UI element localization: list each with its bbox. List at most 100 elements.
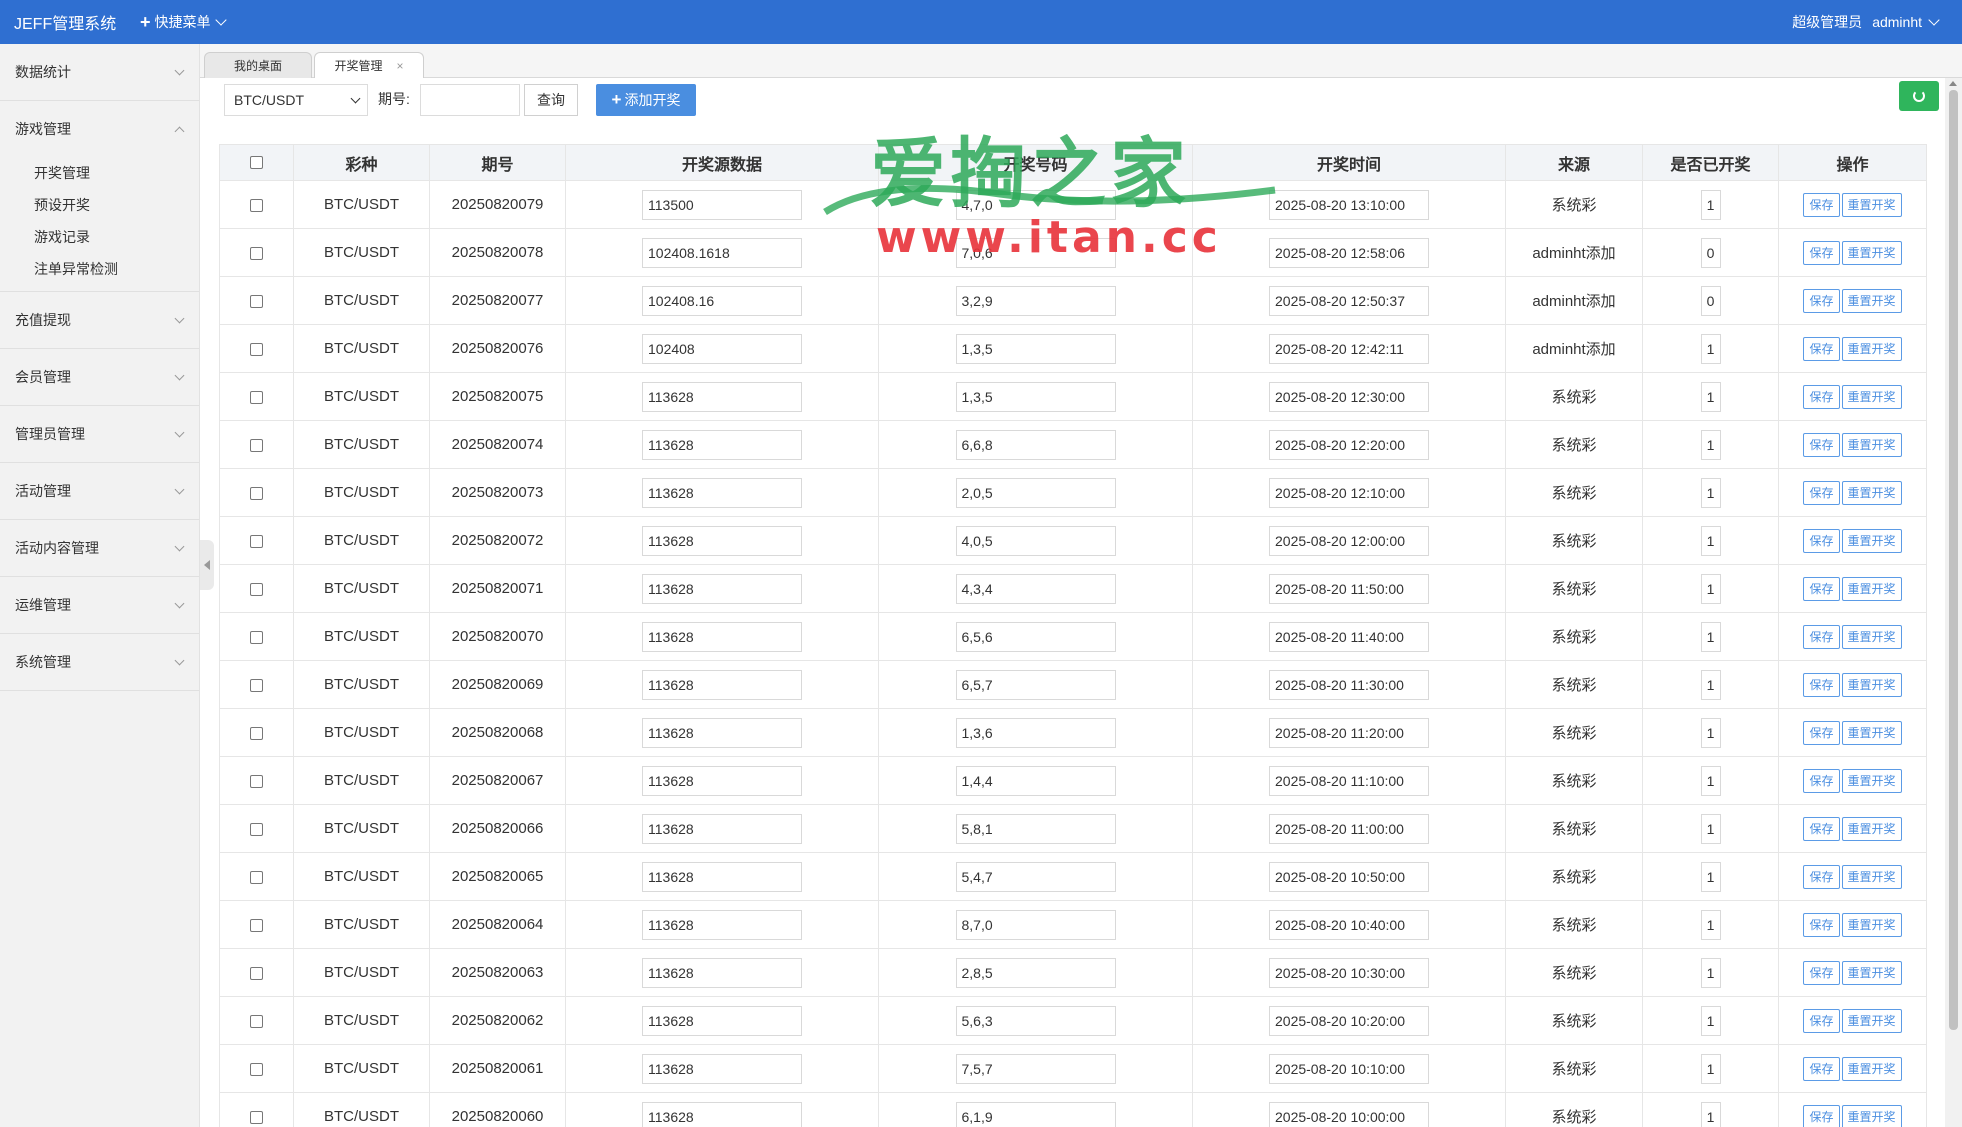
source-data-input[interactable]: 113628	[642, 909, 802, 940]
drawn-input[interactable]: 0	[1700, 237, 1721, 268]
drawn-input[interactable]: 1	[1700, 621, 1721, 652]
drawn-input[interactable]: 1	[1700, 909, 1721, 940]
draw-numbers-input[interactable]: 5,6,3	[955, 1005, 1116, 1036]
draw-time-input[interactable]: 2025-08-20 12:50:37	[1269, 285, 1429, 316]
period-input[interactable]	[420, 84, 520, 116]
sidebar-item-system[interactable]: 系统管理	[0, 634, 199, 690]
source-data-input[interactable]: 102408.1618	[642, 237, 802, 268]
reset-draw-button[interactable]: 重置开奖	[1841, 1104, 1902, 1127]
save-button[interactable]: 保存	[1803, 1008, 1840, 1033]
save-button[interactable]: 保存	[1803, 192, 1840, 217]
draw-time-input[interactable]: 2025-08-20 11:10:00	[1269, 765, 1429, 796]
sidebar-item-stats[interactable]: 数据统计	[0, 44, 199, 100]
reset-draw-button[interactable]: 重置开奖	[1841, 240, 1902, 265]
row-checkbox[interactable]	[250, 1110, 263, 1124]
row-checkbox[interactable]	[250, 390, 263, 404]
draw-time-input[interactable]: 2025-08-20 12:42:11	[1269, 333, 1429, 364]
row-checkbox[interactable]	[250, 630, 263, 644]
sidebar-collapse-handle[interactable]	[200, 540, 214, 590]
drawn-input[interactable]: 1	[1700, 381, 1721, 412]
source-data-input[interactable]: 113628	[642, 477, 802, 508]
drawn-input[interactable]: 0	[1700, 285, 1721, 316]
quick-menu-button[interactable]: + 快捷菜单	[140, 12, 227, 33]
drawn-input[interactable]: 1	[1700, 573, 1721, 604]
source-data-input[interactable]: 113628	[642, 717, 802, 748]
reset-draw-button[interactable]: 重置开奖	[1841, 624, 1902, 649]
row-checkbox[interactable]	[250, 726, 263, 740]
reset-draw-button[interactable]: 重置开奖	[1841, 912, 1902, 937]
reset-draw-button[interactable]: 重置开奖	[1841, 288, 1902, 313]
sidebar-item-members[interactable]: 会员管理	[0, 349, 199, 405]
draw-numbers-input[interactable]: 6,6,8	[955, 429, 1116, 460]
draw-time-input[interactable]: 2025-08-20 12:10:00	[1269, 477, 1429, 508]
source-data-input[interactable]: 113628	[642, 861, 802, 892]
close-icon[interactable]: ×	[397, 59, 404, 73]
sidebar-item-ops[interactable]: 运维管理	[0, 577, 199, 633]
sidebar-subitem-preset-draw[interactable]: 预设开奖	[0, 189, 199, 221]
draw-numbers-input[interactable]: 6,5,6	[955, 621, 1116, 652]
source-data-input[interactable]: 113500	[642, 189, 802, 220]
sidebar-subitem-order-anomaly[interactable]: 注单异常检测	[0, 253, 199, 285]
source-data-input[interactable]: 113628	[642, 1053, 802, 1084]
save-button[interactable]: 保存	[1803, 1056, 1840, 1081]
source-data-input[interactable]: 113628	[642, 573, 802, 604]
draw-numbers-input[interactable]: 1,4,4	[955, 765, 1116, 796]
drawn-input[interactable]: 1	[1700, 957, 1721, 988]
drawn-input[interactable]: 1	[1700, 861, 1721, 892]
drawn-input[interactable]: 1	[1700, 525, 1721, 556]
source-data-input[interactable]: 113628	[642, 957, 802, 988]
source-data-input[interactable]: 113628	[642, 381, 802, 412]
reset-draw-button[interactable]: 重置开奖	[1841, 432, 1902, 457]
draw-numbers-input[interactable]: 3,2,9	[955, 285, 1116, 316]
sidebar-subitem-draw-management[interactable]: 开奖管理	[0, 157, 199, 189]
row-checkbox[interactable]	[250, 198, 263, 212]
row-checkbox[interactable]	[250, 966, 263, 980]
save-button[interactable]: 保存	[1803, 720, 1840, 745]
row-checkbox[interactable]	[250, 486, 263, 500]
add-draw-button[interactable]: + 添加开奖	[596, 84, 696, 116]
row-checkbox[interactable]	[250, 1014, 263, 1028]
draw-time-input[interactable]: 2025-08-20 12:30:00	[1269, 381, 1429, 412]
row-checkbox[interactable]	[250, 246, 263, 260]
drawn-input[interactable]: 1	[1700, 717, 1721, 748]
save-button[interactable]: 保存	[1803, 528, 1840, 553]
draw-numbers-input[interactable]: 4,7,0	[955, 189, 1116, 220]
source-data-input[interactable]: 113628	[642, 525, 802, 556]
query-button[interactable]: 查询	[524, 84, 578, 116]
row-checkbox[interactable]	[250, 1062, 263, 1076]
select-all-checkbox[interactable]	[250, 155, 263, 169]
tab-desktop[interactable]: 我的桌面	[204, 52, 312, 78]
refresh-button[interactable]	[1899, 81, 1939, 111]
sidebar-item-activities[interactable]: 活动管理	[0, 463, 199, 519]
sidebar-item-game[interactable]: 游戏管理	[0, 101, 199, 157]
scrollbar-thumb[interactable]	[1949, 90, 1958, 1030]
save-button[interactable]: 保存	[1803, 624, 1840, 649]
vertical-scrollbar[interactable]	[1945, 78, 1962, 1127]
draw-time-input[interactable]: 2025-08-20 10:00:00	[1269, 1101, 1429, 1127]
source-data-input[interactable]: 113628	[642, 765, 802, 796]
save-button[interactable]: 保存	[1803, 384, 1840, 409]
draw-numbers-input[interactable]: 7,0,6	[955, 237, 1116, 268]
sidebar-item-admins[interactable]: 管理员管理	[0, 406, 199, 462]
save-button[interactable]: 保存	[1803, 288, 1840, 313]
row-checkbox[interactable]	[250, 678, 263, 692]
source-data-input[interactable]: 113628	[642, 813, 802, 844]
source-data-input[interactable]: 102408.16	[642, 285, 802, 316]
drawn-input[interactable]: 1	[1700, 813, 1721, 844]
source-data-input[interactable]: 113628	[642, 429, 802, 460]
save-button[interactable]: 保存	[1803, 672, 1840, 697]
reset-draw-button[interactable]: 重置开奖	[1841, 384, 1902, 409]
row-checkbox[interactable]	[250, 918, 263, 932]
reset-draw-button[interactable]: 重置开奖	[1841, 336, 1902, 361]
source-data-input[interactable]: 113628	[642, 1101, 802, 1127]
draw-numbers-input[interactable]: 2,8,5	[955, 957, 1116, 988]
reset-draw-button[interactable]: 重置开奖	[1841, 816, 1902, 841]
save-button[interactable]: 保存	[1803, 240, 1840, 265]
draw-time-input[interactable]: 2025-08-20 10:50:00	[1269, 861, 1429, 892]
reset-draw-button[interactable]: 重置开奖	[1841, 864, 1902, 889]
sidebar-item-recharge[interactable]: 充值提现	[0, 292, 199, 348]
draw-numbers-input[interactable]: 5,4,7	[955, 861, 1116, 892]
draw-time-input[interactable]: 2025-08-20 12:20:00	[1269, 429, 1429, 460]
row-checkbox[interactable]	[250, 582, 263, 596]
tab-draw-management[interactable]: 开奖管理 ×	[314, 52, 424, 78]
